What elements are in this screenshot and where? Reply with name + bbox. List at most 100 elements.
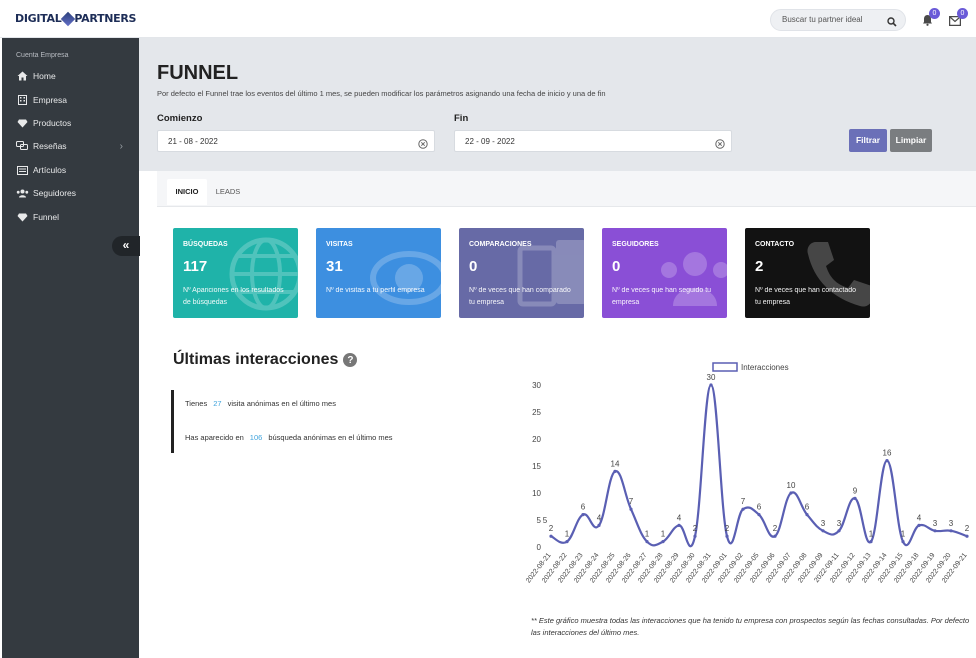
data-label: 14 xyxy=(611,459,620,468)
clear-start-date-icon[interactable] xyxy=(418,136,428,154)
search-prefix: Has aparecido en xyxy=(185,433,244,442)
stat-card-busquedas[interactable]: BÚSQUEDAS 117 Nº Apariciones en los resu… xyxy=(173,228,298,318)
data-point xyxy=(917,523,921,527)
data-point xyxy=(629,507,633,511)
data-point xyxy=(709,383,713,387)
data-label: 2 xyxy=(725,524,730,533)
sidebar-collapse-button[interactable]: « xyxy=(112,236,140,256)
notifications-badge: 0 xyxy=(929,8,940,19)
footnote-line-2: las interacciones del último mes. xyxy=(531,628,640,637)
data-label: 2 xyxy=(549,524,554,533)
tab-leads[interactable]: LEADS xyxy=(210,179,246,205)
card-description: Nº de veces que han comparado tu empresa xyxy=(469,287,571,306)
diamond-icon xyxy=(15,213,29,222)
search-input[interactable]: Buscar tu partner ideal xyxy=(770,9,906,31)
data-point xyxy=(581,513,585,517)
card-title: COMPARACIONES xyxy=(469,241,532,248)
y-tick-label: 25 xyxy=(532,408,541,417)
data-point xyxy=(901,540,905,544)
sidebar-item-label: Productos xyxy=(33,118,72,128)
data-label: 30 xyxy=(707,373,716,382)
data-label: 1 xyxy=(645,530,650,539)
card-description: Nº de visitas a tu perfil empresa xyxy=(326,287,425,294)
logo-text-left: DIGITAL xyxy=(15,12,62,25)
data-point xyxy=(565,540,569,544)
data-label: 1 xyxy=(869,530,874,539)
card-description: Nº Apariciones en los resultados de búsq… xyxy=(183,287,284,306)
data-label: 4 xyxy=(597,513,602,522)
sidebar-item-home[interactable]: Home xyxy=(2,65,139,87)
y-tick-label: 5 xyxy=(537,516,542,525)
card-value: 117 xyxy=(183,258,208,275)
stat-card-contacto[interactable]: CONTACTO 2 Nº de veces que han contactad… xyxy=(745,228,870,318)
data-point xyxy=(853,496,857,500)
brand-logo[interactable]: DIGITAL PARTNERS xyxy=(15,11,137,26)
chevron-right-icon: › xyxy=(119,140,123,152)
sidebar-item-empresa[interactable]: Empresa xyxy=(2,89,139,111)
page-title: FUNNEL xyxy=(157,62,239,84)
card-description: Nº de veces que han seguido tu empresa xyxy=(612,287,712,306)
start-date-input[interactable]: 21 - 08 - 2022 xyxy=(157,130,435,152)
sidebar-item-resenas[interactable]: Reseñas › xyxy=(2,135,139,157)
data-label: 2 xyxy=(693,524,698,533)
stat-card-visitas[interactable]: VISITAS 31 Nº de visitas a tu perfil emp… xyxy=(316,228,441,318)
tab-inicio[interactable]: INICIO xyxy=(167,179,207,205)
legend-swatch xyxy=(712,362,738,372)
data-label: 3 xyxy=(837,519,842,528)
data-label: 1 xyxy=(661,530,666,539)
sidebar-item-seguidores[interactable]: Seguidores xyxy=(2,182,139,204)
search-value: 106 xyxy=(249,433,263,442)
data-label: 7 xyxy=(629,497,634,506)
sidebar-item-articulos[interactable]: Artículos xyxy=(2,159,139,181)
stat-card-comparaciones[interactable]: COMPARACIONES 0 Nº de veces que han comp… xyxy=(459,228,584,318)
end-date-label: Fin xyxy=(454,113,469,124)
clear-button[interactable]: Limpiar xyxy=(890,129,932,152)
footnote-line-1: ** Este gráfico muestra todas las intera… xyxy=(531,616,970,625)
y-tick-label: 0 xyxy=(537,543,542,552)
data-point xyxy=(805,513,809,517)
eye-icon xyxy=(370,251,441,305)
stat-card-seguidores[interactable]: SEGUIDORES 0 Nº de veces que han seguido… xyxy=(602,228,727,318)
card-value: 31 xyxy=(326,258,343,275)
data-label: 1 xyxy=(901,530,906,539)
sidebar-item-label: Reseñas xyxy=(33,141,67,151)
data-point xyxy=(661,540,665,544)
data-point xyxy=(949,529,953,533)
data-point xyxy=(869,540,873,544)
sidebar-item-funnel[interactable]: Funnel xyxy=(2,206,139,228)
sidebar-item-label: Empresa xyxy=(33,95,68,105)
visits-prefix: Tienes xyxy=(185,399,208,408)
logo-text-right: PARTNERS xyxy=(74,12,137,25)
messages-envelope-icon[interactable]: 0 xyxy=(948,8,968,31)
anonymous-search-stat: Has aparecido en 106 búsqueda anónimas en … xyxy=(185,433,393,442)
card-value: 0 xyxy=(612,258,621,275)
data-point xyxy=(645,540,649,544)
sidebar-item-label: Seguidores xyxy=(33,188,77,198)
filter-button[interactable]: Filtrar xyxy=(849,129,887,152)
page-description: Por defecto el Funnel trae los eventos d… xyxy=(157,89,606,98)
data-point xyxy=(885,459,889,463)
legend-label: Interacciones xyxy=(741,363,789,372)
help-question-icon[interactable]: ? xyxy=(343,353,358,367)
data-label: 1 xyxy=(565,530,570,539)
y-tick-label: 10 xyxy=(532,489,541,498)
interactions-line-chart: 05101520253021641471 1423027621063 3911614… xyxy=(525,362,970,584)
anonymous-visits-stat: Tienes 27 visita anónimas en el último mes xyxy=(185,399,336,408)
sidebar: Cuenta Empresa Home Empresa Productos Re… xyxy=(2,38,140,658)
data-point xyxy=(597,523,601,527)
end-date-input[interactable]: 22 - 09 - 2022 xyxy=(454,130,732,152)
notifications-bell-icon[interactable]: 0 xyxy=(922,8,940,31)
card-title: BÚSQUEDAS xyxy=(183,241,228,248)
data-label: 2 xyxy=(965,524,970,533)
clear-end-date-icon[interactable] xyxy=(715,136,725,154)
sidebar-item-label: Funnel xyxy=(33,212,59,222)
newspaper-icon xyxy=(15,165,29,175)
data-label: 10 xyxy=(787,481,796,490)
data-label: 3 xyxy=(933,519,938,528)
search-icon[interactable] xyxy=(887,14,897,32)
sidebar-item-productos[interactable]: Productos xyxy=(2,112,139,134)
users-icon xyxy=(15,189,29,198)
stats-divider xyxy=(171,390,174,453)
messages-badge: 0 xyxy=(957,8,968,19)
data-point xyxy=(693,534,697,538)
